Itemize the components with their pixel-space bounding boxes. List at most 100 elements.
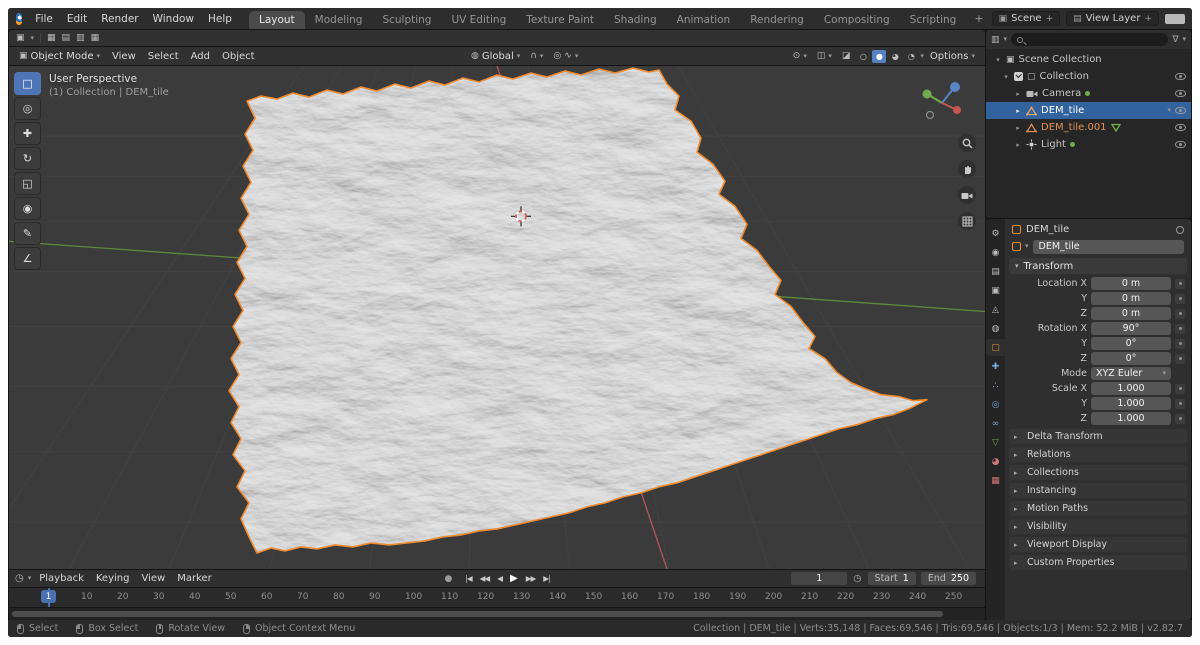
timeline-tick[interactable]: 150 — [585, 592, 621, 602]
decorator-keyframe-button[interactable] — [1175, 339, 1185, 349]
workspace-tab[interactable]: Sculpting — [372, 11, 441, 29]
object-name-field[interactable]: DEM_tile — [1033, 240, 1184, 254]
workspace-tab[interactable]: Compositing — [814, 11, 900, 29]
tab-render[interactable]: ◉ — [986, 244, 1005, 261]
new-scene-icon[interactable]: + — [1046, 14, 1054, 24]
collapsed-panel-header[interactable]: Viewport Display — [1009, 537, 1187, 552]
chevron-down-icon[interactable]: ▾ — [28, 575, 32, 582]
collapsed-panel-header[interactable]: Collections — [1009, 465, 1187, 480]
playback-button[interactable]: |◀ — [462, 574, 474, 583]
measure-tool[interactable]: ∠ — [14, 247, 41, 270]
collapsed-panel-header[interactable]: Visibility — [1009, 519, 1187, 534]
tab-output[interactable]: ▤ — [986, 263, 1005, 280]
timeline-tick[interactable]: 240 — [909, 592, 945, 602]
disclosure-closed-icon[interactable]: ▸ — [1014, 107, 1022, 115]
timeline-tick[interactable]: 80 — [333, 592, 369, 602]
timeline-tick[interactable]: 110 — [441, 592, 477, 602]
timeline-scroll-track[interactable] — [9, 608, 985, 620]
tab-object[interactable]: ▢ — [986, 339, 1005, 356]
timeline-tick[interactable]: 70 — [297, 592, 333, 602]
timeline-tick[interactable]: 170 — [657, 592, 693, 602]
timeline-editor-icon[interactable]: ◷ — [15, 573, 24, 584]
move-tool[interactable]: ✚ — [14, 122, 41, 145]
collapsed-panel-header[interactable]: Custom Properties — [1009, 555, 1187, 570]
hide-eye-icon[interactable] — [1175, 107, 1186, 114]
tab-physics[interactable]: ◎ — [986, 396, 1005, 413]
viewport-canvas[interactable] — [9, 66, 985, 569]
disclosure-open-icon[interactable]: ▾ — [994, 56, 1002, 64]
decorator-keyframe-button[interactable] — [1175, 354, 1185, 364]
cursor-tool[interactable]: ◎ — [14, 97, 41, 120]
chevron-down-icon[interactable]: ▾ — [1004, 36, 1008, 43]
viewport-menu[interactable]: View — [106, 50, 142, 63]
select-mode-extend-icon[interactable]: ▤ — [62, 33, 71, 43]
playback-button[interactable]: ▶| — [540, 574, 552, 583]
chevron-down-icon[interactable]: ▾ — [1025, 243, 1029, 250]
tab-particles[interactable]: ∴ — [986, 377, 1005, 394]
decorator-keyframe-button[interactable] — [1175, 399, 1185, 409]
topbar-menu[interactable]: File — [28, 11, 60, 27]
transform-orientation-selector[interactable]: ◍ Global ▾ — [467, 50, 524, 63]
workspace-tab[interactable]: Modeling — [305, 11, 373, 29]
timeline-tick[interactable]: 60 — [261, 592, 297, 602]
outliner-row-dem-tile-001[interactable]: ▸ DEM_tile.001 — [986, 119, 1191, 136]
current-frame-field[interactable]: 1 — [791, 572, 847, 585]
search-input[interactable] — [1027, 35, 1162, 45]
new-view-layer-icon[interactable]: + — [1144, 14, 1152, 24]
start-frame-field[interactable]: Start 1 — [868, 572, 916, 585]
decorator-keyframe-button[interactable] — [1175, 414, 1185, 424]
rotation-mode-dropdown[interactable]: XYZ Euler ▾ — [1091, 367, 1171, 380]
collapsed-panel-header[interactable]: Instancing — [1009, 483, 1187, 498]
shading-dropdown-icon[interactable]: ▾ — [920, 53, 924, 60]
outliner-row-dem-tile[interactable]: ▸ DEM_tile ▾ — [986, 102, 1191, 119]
select-box-tool[interactable]: □ — [14, 72, 41, 95]
scale-y-field[interactable]: 1.000 — [1091, 397, 1171, 410]
scale-tool[interactable]: ◱ — [14, 172, 41, 195]
outliner-row-scene-collection[interactable]: ▾ ▣ Scene Collection — [986, 51, 1191, 68]
disclosure-closed-icon[interactable]: ▸ — [1014, 124, 1022, 132]
timeline-tick[interactable]: 120 — [477, 592, 513, 602]
location-y-field[interactable]: 0 m — [1091, 292, 1171, 305]
tab-view-layer[interactable]: ▣ — [986, 282, 1005, 299]
pan-hand-icon[interactable] — [958, 160, 976, 178]
select-mode-subtract-icon[interactable]: ▥ — [76, 33, 85, 43]
view-layer-selector[interactable]: ▤ View Layer + — [1066, 11, 1159, 26]
playback-button[interactable]: ▶▶ — [523, 574, 539, 583]
timeline-tick[interactable]: 230 — [873, 592, 909, 602]
auto-keyframe-button[interactable]: ● — [445, 574, 453, 584]
mode-selector[interactable]: ▣ Object Mode ▾ — [15, 50, 104, 63]
playback-button[interactable]: ▶ — [507, 573, 521, 584]
xray-toggle[interactable]: ◪ — [838, 50, 855, 62]
decorator-keyframe-button[interactable] — [1175, 294, 1185, 304]
timeline-scrollbar[interactable] — [12, 611, 943, 617]
tab-scene[interactable]: ◬ — [986, 301, 1005, 318]
transform-panel-header[interactable]: ▾ Transform — [1009, 258, 1187, 274]
workspace-tab[interactable]: UV Editing — [441, 11, 516, 29]
scale-z-field[interactable]: 1.000 — [1091, 412, 1171, 425]
outliner-editor-icon[interactable]: ▥ — [991, 35, 1000, 45]
select-mode-invert-icon[interactable]: ▦ — [91, 33, 100, 43]
rotation-y-field[interactable]: 0° — [1091, 337, 1171, 350]
navigation-gizmo[interactable] — [915, 76, 969, 133]
tab-object-data[interactable]: ▽ — [986, 434, 1005, 451]
workspace-tab[interactable]: Rendering — [740, 11, 814, 29]
timeline-tick[interactable]: 50 — [225, 592, 261, 602]
disclosure-closed-icon[interactable]: ▸ — [1014, 90, 1022, 98]
annotate-tool[interactable]: ✎ — [14, 222, 41, 245]
hide-eye-icon[interactable] — [1175, 141, 1186, 148]
topbar-display-pill[interactable] — [1165, 14, 1185, 24]
active-tool-dropdown-icon[interactable]: ▾ — [31, 35, 35, 42]
hide-eye-icon[interactable] — [1175, 124, 1186, 131]
filter-icon[interactable]: ∇ — [1172, 35, 1178, 45]
timeline-tick[interactable]: 190 — [729, 592, 765, 602]
zoom-icon[interactable] — [958, 134, 976, 152]
timeline-menu[interactable]: Marker — [171, 572, 218, 585]
rotation-x-field[interactable]: 90° — [1091, 322, 1171, 335]
playback-button[interactable]: ◀ — [494, 574, 505, 583]
timeline-tick[interactable]: 180 — [693, 592, 729, 602]
topbar-menu[interactable]: Edit — [60, 11, 94, 27]
timeline-tick[interactable]: 90 — [369, 592, 405, 602]
collapsed-panel-header[interactable]: Delta Transform — [1009, 429, 1187, 444]
topbar-menu[interactable]: Window — [146, 11, 201, 27]
outliner-search[interactable] — [1011, 33, 1168, 46]
